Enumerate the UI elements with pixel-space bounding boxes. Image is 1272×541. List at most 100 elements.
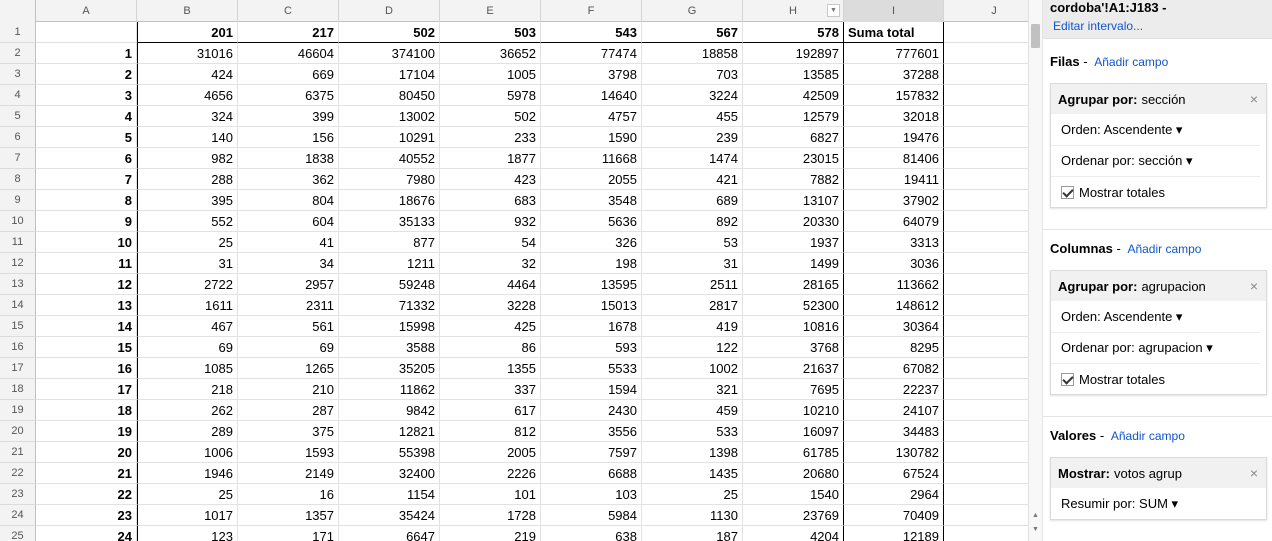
cell-h4[interactable]: 42509 (743, 85, 844, 106)
cell-j8[interactable] (944, 169, 1028, 190)
cell-j16[interactable] (944, 337, 1028, 358)
cell-g11[interactable]: 53 (642, 232, 743, 253)
cell-i14[interactable]: 148612 (844, 295, 944, 316)
row-header[interactable]: 13 (0, 274, 36, 295)
cell-i24[interactable]: 70409 (844, 505, 944, 526)
cell-c3[interactable]: 669 (238, 64, 339, 85)
cell-d25[interactable]: 6647 (339, 526, 440, 541)
cell-f7[interactable]: 11668 (541, 148, 642, 169)
cell-d20[interactable]: 12821 (339, 421, 440, 442)
cell-j9[interactable] (944, 190, 1028, 211)
cell-i2[interactable]: 777601 (844, 43, 944, 64)
cell-c20[interactable]: 375 (238, 421, 339, 442)
cell-d4[interactable]: 80450 (339, 85, 440, 106)
cell-g4[interactable]: 3224 (642, 85, 743, 106)
column-header-h[interactable]: H ▼ (743, 0, 844, 22)
cell-d5[interactable]: 13002 (339, 106, 440, 127)
cell-i18[interactable]: 22237 (844, 379, 944, 400)
cell-i20[interactable]: 34483 (844, 421, 944, 442)
cell-a15[interactable]: 14 (36, 316, 137, 337)
cell-g2[interactable]: 18858 (642, 43, 743, 64)
cell-b9[interactable]: 395 (137, 190, 238, 211)
cell-a11[interactable]: 10 (36, 232, 137, 253)
row-header[interactable]: 21 (0, 442, 36, 463)
columns-sortby-dropdown[interactable]: Ordenar por: agrupacion ▾ (1051, 332, 1260, 363)
cell-d22[interactable]: 32400 (339, 463, 440, 484)
cell-i12[interactable]: 3036 (844, 253, 944, 274)
cell-c19[interactable]: 287 (238, 400, 339, 421)
cell-f20[interactable]: 3556 (541, 421, 642, 442)
cell-g21[interactable]: 1398 (642, 442, 743, 463)
column-header-f[interactable]: F (541, 0, 642, 22)
cell-h23[interactable]: 1540 (743, 484, 844, 505)
cell-b3[interactable]: 424 (137, 64, 238, 85)
cell-j2[interactable] (944, 43, 1028, 64)
cell-b19[interactable]: 262 (137, 400, 238, 421)
cell-j21[interactable] (944, 442, 1028, 463)
cell-d19[interactable]: 9842 (339, 400, 440, 421)
cell-f16[interactable]: 593 (541, 337, 642, 358)
cell-d24[interactable]: 35424 (339, 505, 440, 526)
cell-i15[interactable]: 30364 (844, 316, 944, 337)
cell-a13[interactable]: 12 (36, 274, 137, 295)
cell-i1[interactable]: Suma total (844, 22, 944, 43)
cell-i8[interactable]: 19411 (844, 169, 944, 190)
cell-g13[interactable]: 2511 (642, 274, 743, 295)
cell-j6[interactable] (944, 127, 1028, 148)
cell-i23[interactable]: 2964 (844, 484, 944, 505)
cell-h20[interactable]: 16097 (743, 421, 844, 442)
row-header[interactable]: 24 (0, 505, 36, 526)
cell-e15[interactable]: 425 (440, 316, 541, 337)
cell-g12[interactable]: 31 (642, 253, 743, 274)
cell-d8[interactable]: 7980 (339, 169, 440, 190)
cell-a25[interactable]: 24 (36, 526, 137, 541)
cell-g25[interactable]: 187 (642, 526, 743, 541)
cell-j22[interactable] (944, 463, 1028, 484)
cell-b5[interactable]: 324 (137, 106, 238, 127)
cell-i7[interactable]: 81406 (844, 148, 944, 169)
vertical-scrollbar[interactable]: ▲ ▼ (1028, 0, 1042, 541)
cell-j17[interactable] (944, 358, 1028, 379)
cell-f15[interactable]: 1678 (541, 316, 642, 337)
cell-d17[interactable]: 35205 (339, 358, 440, 379)
cell-b6[interactable]: 140 (137, 127, 238, 148)
cell-f10[interactable]: 5636 (541, 211, 642, 232)
cell-f9[interactable]: 3548 (541, 190, 642, 211)
cell-c9[interactable]: 804 (238, 190, 339, 211)
cell-d23[interactable]: 1154 (339, 484, 440, 505)
cell-a20[interactable]: 19 (36, 421, 137, 442)
cell-j3[interactable] (944, 64, 1028, 85)
values-add-field-link[interactable]: Añadir campo (1111, 429, 1185, 443)
cell-f23[interactable]: 103 (541, 484, 642, 505)
columns-show-totals[interactable]: Mostrar totales (1051, 363, 1260, 394)
cell-g6[interactable]: 239 (642, 127, 743, 148)
cell-h12[interactable]: 1499 (743, 253, 844, 274)
column-header-b[interactable]: B (137, 0, 238, 22)
cell-i17[interactable]: 67082 (844, 358, 944, 379)
cell-b7[interactable]: 982 (137, 148, 238, 169)
column-header-d[interactable]: D (339, 0, 440, 22)
row-header[interactable]: 7 (0, 148, 36, 169)
cell-b20[interactable]: 289 (137, 421, 238, 442)
cell-e13[interactable]: 4464 (440, 274, 541, 295)
cell-f11[interactable]: 326 (541, 232, 642, 253)
cell-h2[interactable]: 192897 (743, 43, 844, 64)
cell-c14[interactable]: 2311 (238, 295, 339, 316)
cell-b1[interactable]: 201 (137, 22, 238, 43)
row-header[interactable]: 2 (0, 43, 36, 64)
cell-f3[interactable]: 3798 (541, 64, 642, 85)
cell-b15[interactable]: 467 (137, 316, 238, 337)
cell-e19[interactable]: 617 (440, 400, 541, 421)
cell-c16[interactable]: 69 (238, 337, 339, 358)
cell-h5[interactable]: 12579 (743, 106, 844, 127)
cell-c10[interactable]: 604 (238, 211, 339, 232)
cell-b8[interactable]: 288 (137, 169, 238, 190)
cell-b17[interactable]: 1085 (137, 358, 238, 379)
cell-g16[interactable]: 122 (642, 337, 743, 358)
row-header[interactable]: 6 (0, 127, 36, 148)
cell-f13[interactable]: 13595 (541, 274, 642, 295)
cell-d15[interactable]: 15998 (339, 316, 440, 337)
cell-c21[interactable]: 1593 (238, 442, 339, 463)
cell-d16[interactable]: 3588 (339, 337, 440, 358)
cell-j20[interactable] (944, 421, 1028, 442)
